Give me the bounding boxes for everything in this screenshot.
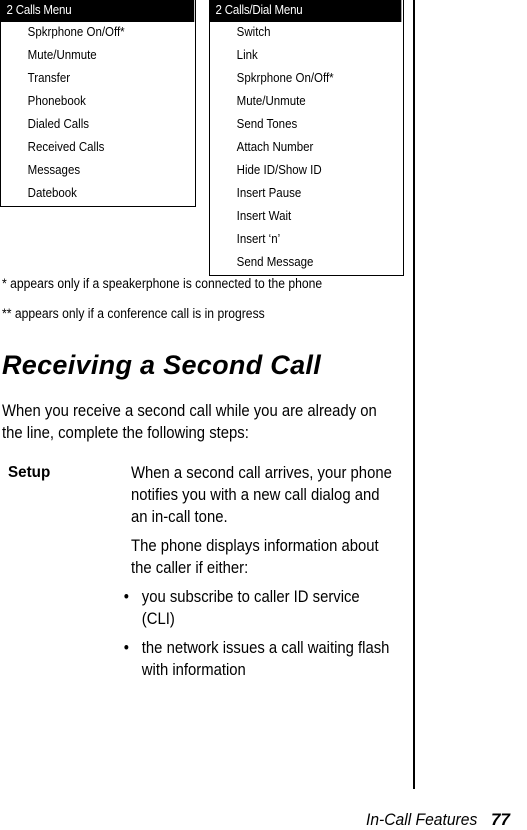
menu-item-insert-pause: Insert Pause — [236, 186, 302, 200]
menu-item-transfer: Transfer — [27, 71, 71, 85]
column-divider — [413, 0, 415, 789]
menu-item-attach-number: Attach Number — [236, 140, 314, 154]
menu-item-send-message: Send Message — [236, 255, 314, 269]
footer-section-name: In-Call Features — [366, 810, 478, 829]
bullet-text: the network issues a call waiting flash … — [141, 639, 390, 679]
menu-item-spkrphone: Spkrphone On/Off* — [236, 71, 334, 85]
bullet-item: • the network issues a call waiting flas… — [124, 637, 394, 681]
menu-item-spkrphone: Spkrphone On/Off* — [27, 25, 125, 39]
bullet-text: you subscribe to caller ID service (CLI) — [141, 588, 360, 628]
menu-item-received-calls: Received Calls — [27, 140, 105, 154]
section-title: Receiving a Second Call — [2, 350, 322, 380]
menu-item-link: Link — [236, 48, 258, 62]
menu-item-insert-n: Insert ‘n’ — [236, 232, 281, 246]
page-number: 77 — [491, 810, 510, 829]
footnote-speakerphone: * appears only if a speakerphone is conn… — [2, 276, 323, 291]
menu-item-mute: Mute/Unmute — [27, 48, 97, 62]
caller-info-conditions: • you subscribe to caller ID service (CL… — [124, 586, 394, 681]
menu-item-switch: Switch — [236, 25, 271, 39]
bullet-icon: • — [123, 588, 130, 606]
menu-item-phonebook: Phonebook — [27, 94, 86, 108]
menu-item-send-tones: Send Tones — [236, 117, 298, 131]
footnote-conference: ** appears only if a conference call is … — [2, 306, 265, 321]
menu-item-datebook: Datebook — [27, 186, 77, 200]
two-calls-menu: 2 Calls Menu Spkrphone On/Off* Mute/Unmu… — [0, 0, 196, 207]
step-paragraph: When a second call arrives, your phone n… — [131, 464, 392, 526]
menu-list: Spkrphone On/Off* Mute/Unmute Transfer P… — [1, 22, 195, 206]
menu-title: 2 Calls/Dial Menu — [210, 0, 402, 22]
menu-item-mute: Mute/Unmute — [236, 94, 306, 108]
step-label-setup: Setup — [8, 464, 51, 481]
section-intro: When you receive a second call while you… — [2, 402, 377, 442]
bullet-icon: • — [123, 639, 130, 657]
menu-item-insert-wait: Insert Wait — [236, 209, 292, 223]
step-body-setup: When a second call arrives, your phone n… — [124, 462, 394, 688]
two-calls-dial-menu: 2 Calls/Dial Menu Switch Link Spkrphone … — [209, 0, 404, 276]
menu-list: Switch Link Spkrphone On/Off* Mute/Unmut… — [210, 22, 403, 275]
step-paragraph: The phone displays information about the… — [131, 537, 379, 577]
menu-item-messages: Messages — [27, 163, 81, 177]
menu-title: 2 Calls Menu — [1, 0, 194, 22]
bullet-item: • you subscribe to caller ID service (CL… — [124, 586, 394, 630]
menu-item-dialed-calls: Dialed Calls — [27, 117, 90, 131]
menu-item-hide-show-id: Hide ID/Show ID — [236, 163, 322, 177]
